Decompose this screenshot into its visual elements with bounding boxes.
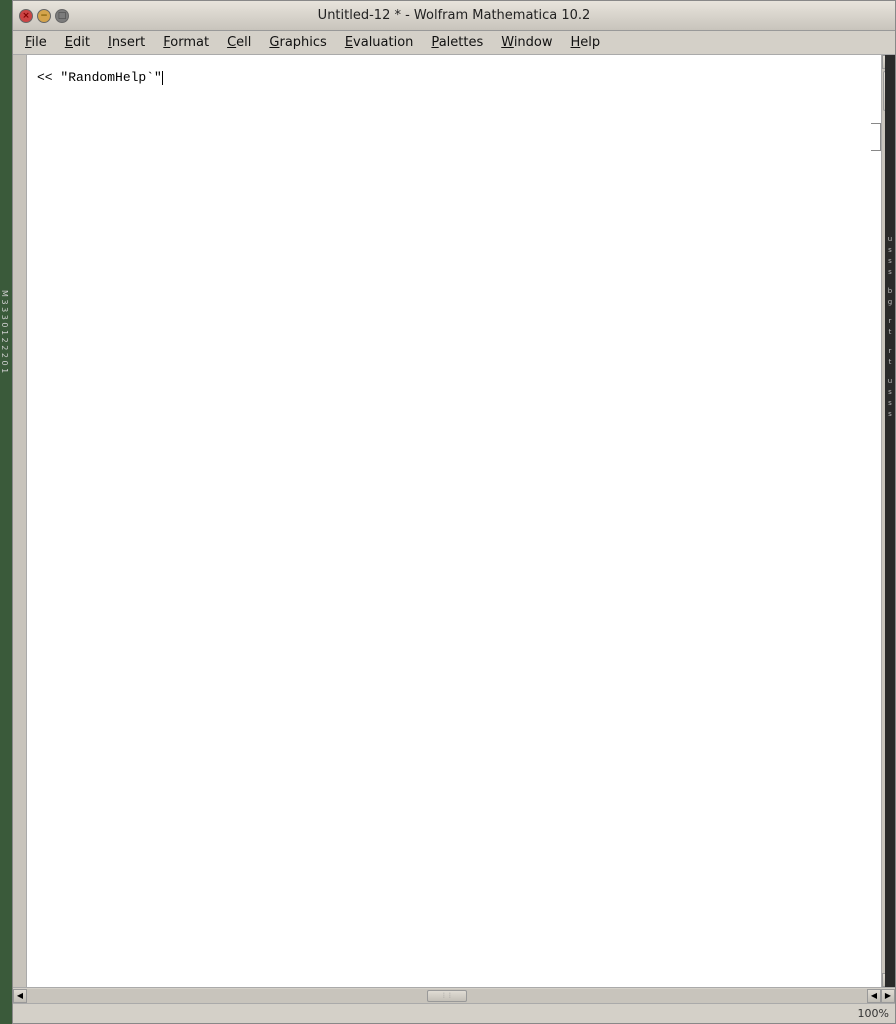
panel-letter-1: u [888, 235, 892, 243]
close-icon: × [22, 11, 30, 21]
menu-palettes[interactable]: Palettes [423, 33, 491, 52]
cell-input[interactable]: << "RandomHelp`" [37, 65, 861, 91]
panel-letter-4: s [888, 268, 892, 276]
main-window: × − □ Untitled-12 * - Wolfram Mathematic… [12, 0, 896, 1024]
panel-letter-5: b [888, 287, 892, 295]
text-cursor [162, 71, 163, 85]
maximize-button[interactable]: □ [55, 9, 69, 23]
menu-insert[interactable]: Insert [100, 33, 153, 52]
panel-letter-10: t [889, 358, 892, 366]
scrollbar-track-h[interactable]: ⋮⋮ [27, 989, 867, 1003]
maximize-icon: □ [58, 11, 67, 21]
scroll-left-icon: ◀ [17, 991, 23, 1000]
menu-bar: File Edit Insert Format Cell Graphics Ev… [13, 31, 895, 55]
scrollbar-thumb-h[interactable]: ⋮⋮ [427, 990, 467, 1002]
right-side-panel: u s s s b g r t r t u s s s [885, 55, 895, 987]
status-bar: 100% [13, 1003, 895, 1023]
window-title: Untitled-12 * - Wolfram Mathematica 10.2 [318, 8, 591, 23]
menu-help[interactable]: Help [563, 33, 609, 52]
cell-bracket [871, 123, 881, 151]
title-bar: × − □ Untitled-12 * - Wolfram Mathematic… [13, 1, 895, 31]
menu-window-label: W [501, 35, 514, 50]
gripper-dots: ⋮⋮ [441, 992, 453, 999]
scroll-right-button-1[interactable]: ◀ [867, 989, 881, 1003]
menu-edit-label: E [65, 35, 73, 50]
menu-format-label: F [163, 35, 170, 50]
close-button[interactable]: × [19, 9, 33, 23]
minimize-button[interactable]: − [37, 9, 51, 23]
left-edge-decoration: M 3 3 3 0 1 2 2 2 0 1 [0, 290, 8, 373]
notebook-area[interactable]: << "RandomHelp`" [27, 55, 881, 987]
menu-graphics[interactable]: Graphics [261, 33, 334, 52]
panel-letter-12: s [888, 388, 892, 396]
content-area: << "RandomHelp`" ▲ ▼ u [13, 55, 895, 987]
scroll-right-button-2[interactable]: ▶ [881, 989, 895, 1003]
scroll-right-icon-2: ▶ [885, 991, 891, 1000]
menu-cell[interactable]: Cell [219, 33, 259, 52]
window-controls: × − □ [19, 9, 69, 23]
menu-help-label: H [571, 35, 581, 50]
panel-letter-13: s [888, 399, 892, 407]
notebook-content[interactable]: << "RandomHelp`" [27, 55, 881, 987]
menu-evaluation-label: E [345, 35, 353, 50]
panel-letter-7: r [889, 317, 892, 325]
panel-letter-9: r [889, 347, 892, 355]
menu-format[interactable]: Format [155, 33, 217, 52]
menu-insert-label: I [108, 35, 112, 50]
h-scroll-right-buttons: ◀ ▶ [867, 989, 895, 1003]
horizontal-scrollbar-bar: ◀ ⋮⋮ ◀ ▶ [13, 987, 895, 1003]
cell-content: << "RandomHelp`" [37, 70, 162, 85]
zoom-level: 100% [858, 1007, 889, 1020]
menu-palettes-label: P [431, 35, 438, 50]
panel-letter-2: s [888, 246, 892, 254]
menu-edit[interactable]: Edit [57, 33, 98, 52]
menu-file[interactable]: File [17, 33, 55, 52]
menu-file-label: F [25, 35, 32, 50]
left-margin [13, 55, 27, 987]
scroll-right-icon-1: ◀ [871, 991, 877, 1000]
menu-window[interactable]: Window [493, 33, 560, 52]
panel-letter-3: s [888, 257, 892, 265]
panel-letter-6: g [888, 298, 892, 306]
panel-letter-8: t [889, 328, 892, 336]
scroll-left-button[interactable]: ◀ [13, 989, 27, 1003]
minimize-icon: − [40, 11, 48, 21]
panel-letter-11: u [888, 377, 892, 385]
menu-graphics-label: G [269, 35, 279, 50]
menu-cell-label: C [227, 35, 236, 50]
menu-evaluation[interactable]: Evaluation [337, 33, 422, 52]
panel-letter-14: s [888, 410, 892, 418]
